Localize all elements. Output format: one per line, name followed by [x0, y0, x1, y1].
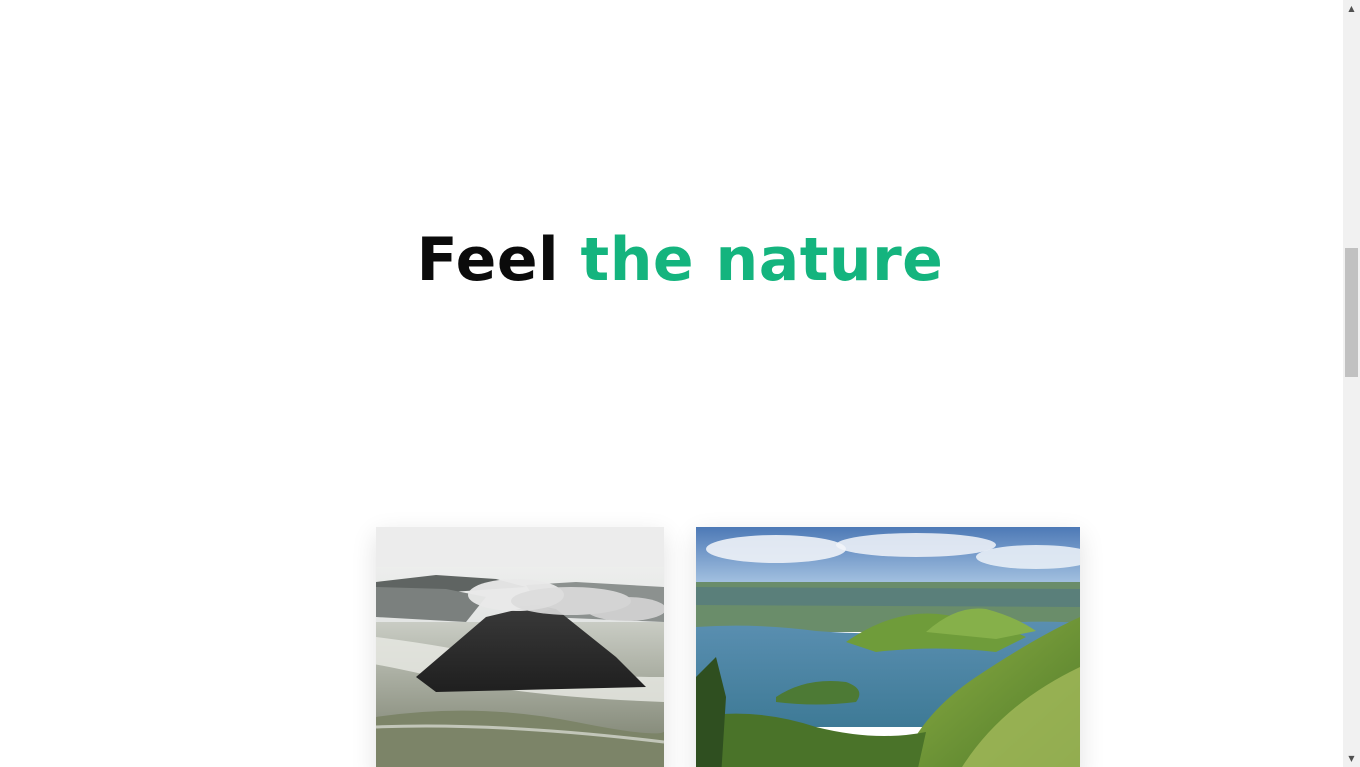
destination-card-lake[interactable] [696, 527, 1080, 767]
page: Feel the nature [0, 0, 1343, 767]
scroll-down-arrow-icon[interactable]: ▼ [1343, 750, 1360, 767]
destination-card-volcano[interactable] [376, 527, 664, 767]
volcano-image [376, 527, 664, 767]
vertical-scrollbar[interactable]: ▲ ▼ [1343, 0, 1360, 767]
hero-title-part1: Feel [416, 225, 560, 295]
scroll-up-arrow-icon[interactable]: ▲ [1343, 0, 1360, 17]
scroll-thumb[interactable] [1345, 248, 1358, 377]
hero-title-accent: the nature [580, 225, 944, 295]
lake-image [696, 527, 1080, 767]
hero-title: Feel the nature [0, 222, 1343, 298]
